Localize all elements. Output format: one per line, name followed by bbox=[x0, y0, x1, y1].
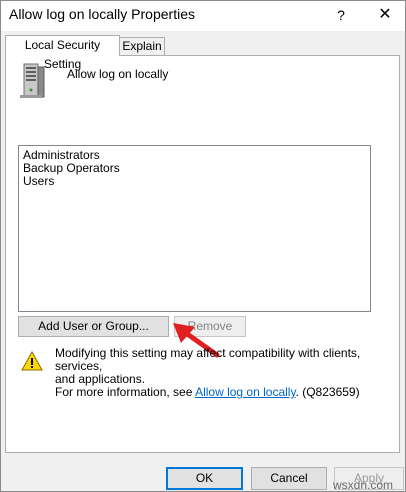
warning-line-3: For more information, see Allow log on l… bbox=[55, 386, 375, 399]
warning-line-1: Modifying this setting may affect compat… bbox=[55, 346, 361, 373]
warning-icon bbox=[21, 351, 43, 371]
tab-explain[interactable]: Explain bbox=[119, 37, 165, 56]
add-user-or-group-button[interactable]: Add User or Group... bbox=[18, 316, 169, 337]
tab-local-security-setting[interactable]: Local Security Setting bbox=[5, 35, 120, 71]
title-bar: Allow log on locally Properties ? ✕ bbox=[1, 1, 405, 31]
more-info-suffix: . (Q823659) bbox=[295, 385, 360, 399]
window-title: Allow log on locally Properties bbox=[9, 6, 195, 22]
help-button[interactable]: ? bbox=[319, 1, 363, 31]
ok-button[interactable]: OK bbox=[166, 467, 243, 490]
members-list[interactable]: Administrators Backup Operators Users bbox=[18, 145, 371, 312]
list-item[interactable]: Users bbox=[23, 175, 54, 188]
more-info-prefix: For more information, see bbox=[55, 385, 196, 399]
allow-log-on-locally-link[interactable]: Allow log on locally bbox=[195, 385, 296, 399]
policy-name: Allow log on locally bbox=[67, 67, 169, 81]
warning-message: Modifying this setting may affect compat… bbox=[55, 347, 375, 399]
properties-dialog: Allow log on locally Properties ? ✕ Loca… bbox=[0, 0, 406, 492]
watermark: wsxdn.com bbox=[333, 478, 394, 492]
cancel-button[interactable]: Cancel bbox=[251, 467, 327, 490]
close-button[interactable]: ✕ bbox=[363, 1, 405, 31]
